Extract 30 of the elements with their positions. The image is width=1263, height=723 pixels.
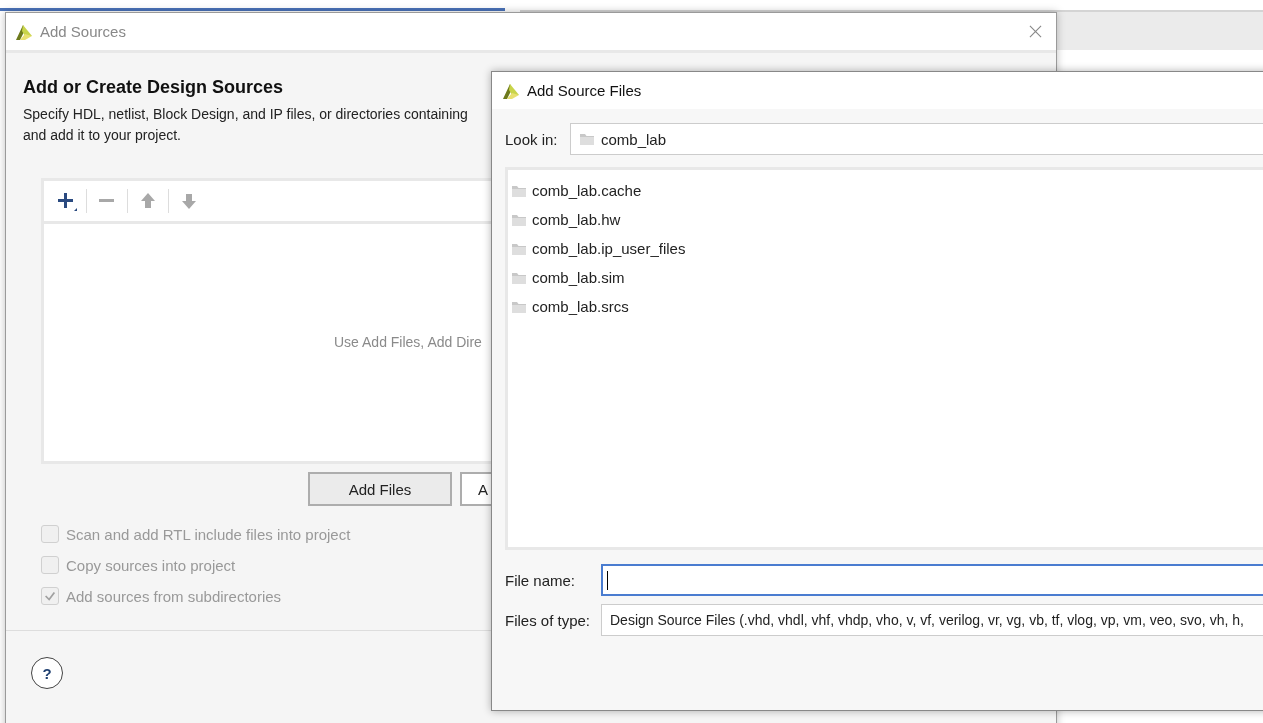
window-title: Add Sources <box>40 23 127 40</box>
close-icon[interactable] <box>1029 25 1042 38</box>
folder-icon <box>511 299 527 314</box>
folder-icon <box>511 212 527 227</box>
file-name-field[interactable] <box>601 564 1263 596</box>
empty-list-hint: Use Add Files, Add Dire <box>334 334 482 350</box>
look-in-label: Look in: <box>505 130 559 148</box>
folder-icon <box>511 270 527 285</box>
checkbox-label: Copy sources into project <box>66 556 236 574</box>
file-type-dropdown[interactable]: Design Source Files (.vhd, vhdl, vhf, vhdp, vho, v, vf, verilog, vr, vg, vb, tf, vlog, vp, vm, veo, svo, vh, h, <box>601 604 1263 636</box>
look-in-dropdown[interactable]: comb_lab <box>570 123 1263 155</box>
folder-icon <box>579 132 595 146</box>
checkbox-label: Scan and add RTL include files into project <box>66 525 351 543</box>
description-text: Specify HDL, netlist, Block Design, and IP files, or directories containing <box>23 105 468 124</box>
dialog-heading: Add or Create Design Sources <box>23 77 284 98</box>
file-type-label: Files of type: <box>505 611 592 629</box>
folder-item[interactable]: comb_lab.cache <box>532 182 642 199</box>
add-files-button[interactable]: Add Files <box>308 472 452 506</box>
checkbox-label: Add sources from subdirectories <box>66 587 282 605</box>
folder-item[interactable]: comb_lab.sim <box>532 269 625 286</box>
folder-item[interactable]: comb_lab.ip_user_files <box>532 240 686 257</box>
description-text: and add it to your project. <box>23 126 181 145</box>
folder-item[interactable]: comb_lab.srcs <box>532 298 629 315</box>
file-name-label: File name: <box>505 571 577 589</box>
checkmark-icon <box>43 589 57 603</box>
window-title: Add Source Files <box>527 82 642 99</box>
help-button[interactable]: ? <box>31 657 63 689</box>
folder-icon <box>511 183 527 198</box>
folder-item[interactable]: comb_lab.hw <box>532 211 621 228</box>
folder-icon <box>511 241 527 256</box>
